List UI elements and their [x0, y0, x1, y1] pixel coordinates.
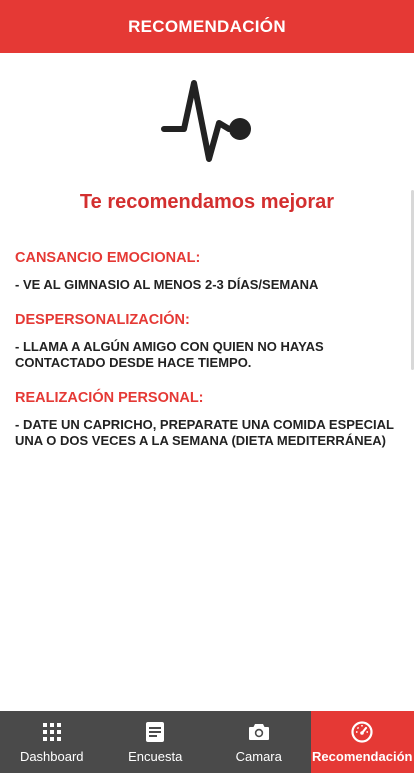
section-text: - DATE UN CAPRICHO, PREPARATE UNA COMIDA… — [15, 416, 394, 449]
page-title: RECOMENDACIÓN — [128, 16, 286, 36]
section-heading: REALIZACIÓN PERSONAL: — [15, 389, 204, 406]
section-heading: DESPERSONALIZACIÓN: — [15, 311, 190, 328]
heartbeat-icon — [161, 80, 251, 162]
nav-item-camara[interactable]: Camara — [207, 711, 311, 773]
speedometer-icon — [351, 721, 373, 743]
section-heading: CANSANCIO EMOCIONAL: — [15, 250, 201, 266]
nav-label: Camara — [235, 749, 282, 764]
app-header: RECOMENDACIÓN — [0, 0, 414, 53]
section-text: - VE AL GIMNASIO AL MENOS 2-3 DÍAS/SEMAN… — [15, 277, 319, 292]
recommendations-list: CANSANCIO EMOCIONAL: - VE AL GIMNASIO AL… — [15, 249, 400, 467]
nav-item-encuesta[interactable]: Encuesta — [104, 711, 208, 773]
nav-label: Dashboard — [19, 749, 84, 764]
nav-item-recomendacion[interactable]: Recomendación — [310, 711, 414, 773]
camera-icon — [248, 724, 269, 740]
form-icon — [146, 722, 165, 742]
grid-icon — [42, 723, 61, 741]
section-text: - LLAMA A ALGÚN AMIGO CON QUIEN NO HAYAS… — [15, 338, 324, 371]
nav-label: Encuesta — [128, 749, 183, 764]
recommendation-title: Te recomendamos mejorar — [79, 191, 335, 213]
nav-item-dashboard[interactable]: Dashboard — [0, 711, 104, 773]
nav-label: Recomendación — [312, 749, 413, 764]
section-realizacion-personal: REALIZACIÓN PERSONAL: - DATE UN CAPRICHO… — [15, 389, 400, 450]
bottom-nav: Dashboard Encuesta Camara Recomendación — [0, 711, 414, 773]
section-cansancio-emocional: CANSANCIO EMOCIONAL: - VE AL GIMNASIO AL… — [15, 249, 400, 294]
app-screen: RECOMENDACIÓN Te recomendamos mejorar CA… — [0, 0, 414, 773]
section-despersonalizacion: DESPERSONALIZACIÓN: - LLAMA A ALGÚN AMIG… — [15, 311, 400, 372]
